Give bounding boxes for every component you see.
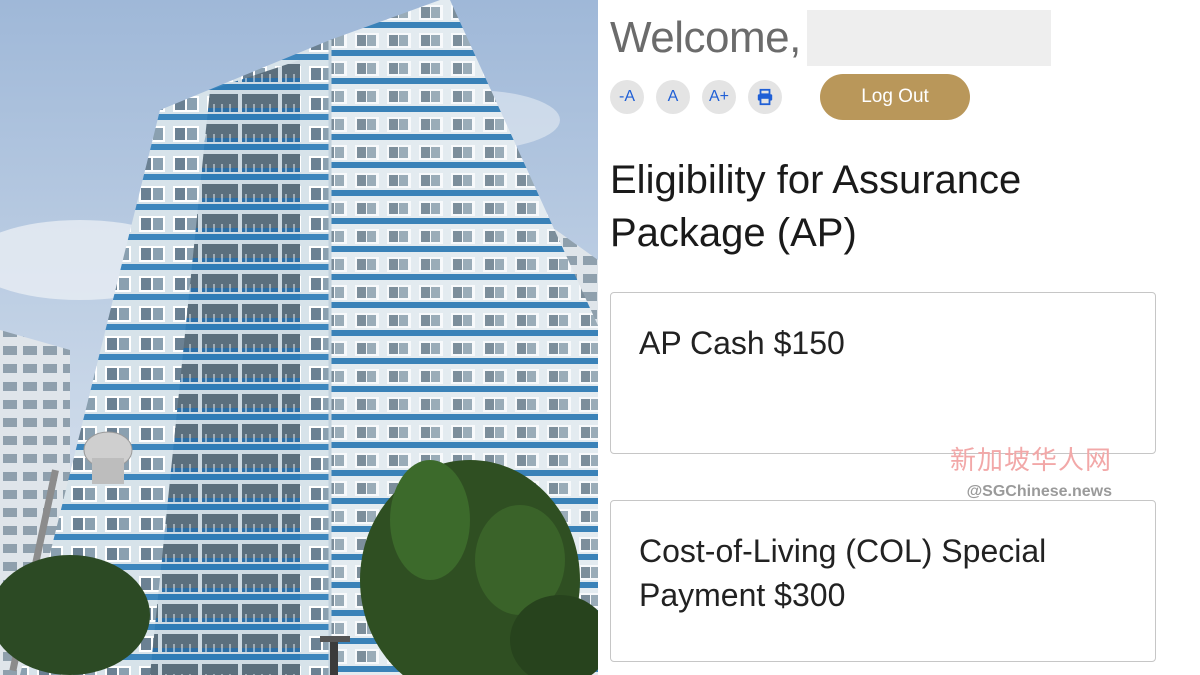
print-button[interactable] xyxy=(748,80,782,114)
col-payment-label: Cost-of-Living (COL) Special Payment $30… xyxy=(639,533,1047,613)
printer-icon xyxy=(757,88,773,106)
ap-cash-label: AP Cash $150 xyxy=(639,325,845,361)
toolbar: -A A A+ Log Out xyxy=(610,74,970,120)
redacted-user-name xyxy=(806,10,1051,66)
welcome-row: Welcome, xyxy=(610,10,1051,66)
decrease-font-button[interactable]: -A xyxy=(610,80,644,114)
watermark-handle: @SGChinese.news xyxy=(966,483,1112,500)
welcome-text: Welcome, xyxy=(610,13,801,62)
increase-font-button[interactable]: A+ xyxy=(702,80,736,114)
eligibility-page: Welcome, -A A A+ Log Out Eligibility for… xyxy=(602,0,1200,675)
logout-button[interactable]: Log Out xyxy=(820,74,970,120)
ap-cash-card: AP Cash $150 xyxy=(610,292,1156,454)
page-title: Eligibility for Assurance Package (AP) xyxy=(610,158,1022,255)
reset-font-button[interactable]: A xyxy=(656,80,690,114)
building-photo xyxy=(0,0,598,675)
col-payment-card: Cost-of-Living (COL) Special Payment $30… xyxy=(610,500,1156,662)
building-illustration xyxy=(0,0,598,675)
